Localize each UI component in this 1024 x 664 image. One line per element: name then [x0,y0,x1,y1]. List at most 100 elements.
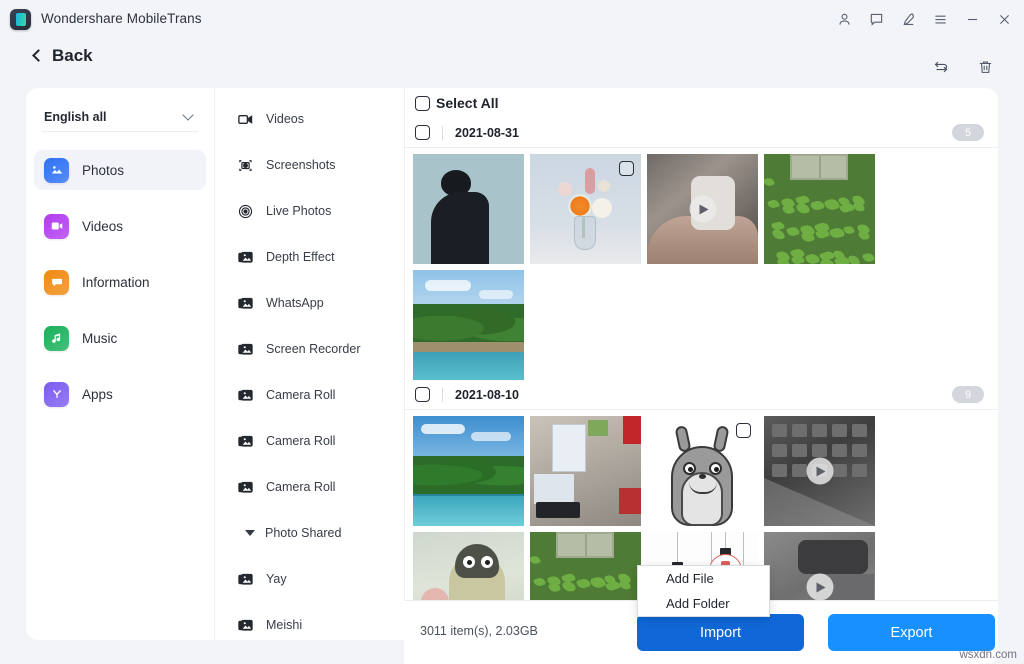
thumb-green-leaves[interactable] [764,154,875,264]
date-group-checkbox[interactable] [415,125,430,140]
title-bar: Wondershare MobileTrans [0,0,1024,38]
minimize-icon[interactable] [956,4,988,34]
import-button[interactable]: Import [637,614,804,651]
thumb-island[interactable] [413,416,524,526]
thumb-totoro-drawing[interactable] [647,416,758,526]
item-count-label: 3011 item(s), 2.03GB [420,624,538,638]
sidebar: English all Photos Videos Information Music… [26,88,214,640]
album-group-photo-shared[interactable]: Photo Shared [215,510,404,556]
edit-pen-icon[interactable] [892,4,924,34]
sidebar-item-label: Photos [82,163,124,178]
sidebar-item-label: Apps [82,387,113,402]
music-icon [44,326,69,351]
album-item-depth-effect[interactable]: Depth Effect [215,234,404,280]
photo-groups: 2021-08-3152021-08-1092021-05-143 [405,118,998,640]
play-icon[interactable] [806,574,833,601]
album-item-videos[interactable]: Videos [215,96,404,142]
album-list-panel: Videos Screenshots Live Photos Depth Effect… [214,88,404,640]
thumb-flower-vase[interactable] [530,154,641,264]
album-item-live-photos[interactable]: Live Photos [215,188,404,234]
photo-stack-icon [237,387,254,404]
album-item-label: Screen Recorder [266,342,361,356]
photo-stack-icon [237,433,254,450]
album-item-screenshots[interactable]: Screenshots [215,142,404,188]
album-item-camera-roll[interactable]: Camera Roll [215,372,404,418]
watermark: wsxdn.com [959,649,1017,661]
album-item-yay[interactable]: Yay [215,556,404,602]
date-group-header[interactable]: 2021-08-31 5 [405,118,998,148]
feedback-icon[interactable] [860,4,892,34]
screenshot-icon [237,157,254,174]
album-item-label: Camera Roll [266,480,335,494]
thumbnail-image [413,154,524,264]
photo-stack-icon [237,295,254,312]
thumbnail-image [530,416,641,526]
date-group-checkbox[interactable] [415,387,430,402]
sidebar-item-music[interactable]: Music [34,318,206,358]
album-item-label: Yay [266,572,287,586]
thumb-keyboard-video[interactable] [764,416,875,526]
sidebar-nav-list: Photos Videos Information Music Apps [34,150,206,430]
date-group-label: 2021-08-10 [442,388,519,402]
album-item-label: Videos [266,112,304,126]
menu-item-add-file[interactable]: Add File [638,566,769,591]
language-selector-value: English all [44,110,107,124]
thumb-person-portrait[interactable] [413,154,524,264]
thumbnail-checkbox[interactable] [619,161,634,176]
thumb-tropical-beach[interactable] [413,270,524,380]
photo-grid-panel: Select All 2021-08-3152021-08-1092021-05… [404,88,998,640]
sync-icon[interactable] [930,56,952,78]
thumbnail-image [413,270,524,380]
trash-icon[interactable] [974,56,996,78]
apps-icon [44,382,69,407]
menu-icon[interactable] [924,4,956,34]
album-item-label: Live Photos [266,204,331,218]
chevron-left-icon [32,49,45,62]
album-item-camera-roll[interactable]: Camera Roll [215,418,404,464]
export-button[interactable]: Export [828,614,995,651]
select-all-row[interactable]: Select All [405,88,998,118]
thumbnail-checkbox[interactable] [736,423,751,438]
album-item-label: Camera Roll [266,388,335,402]
back-button[interactable]: Back [34,46,93,66]
sidebar-item-apps[interactable]: Apps [34,374,206,414]
video-camera-icon [237,111,254,128]
sidebar-item-label: Information [82,275,150,290]
play-icon[interactable] [689,196,716,223]
album-item-meishi[interactable]: Meishi [215,602,404,640]
sidebar-item-label: Videos [82,219,123,234]
date-group-count-badge: 9 [952,386,984,403]
date-group-header[interactable]: 2021-08-10 9 [405,380,998,410]
date-group-label: 2021-08-31 [442,126,519,140]
sidebar-item-photos[interactable]: Photos [34,150,206,190]
play-icon[interactable] [806,458,833,485]
menu-item-add-folder[interactable]: Add Folder [638,591,769,616]
close-icon[interactable] [988,4,1020,34]
select-all-checkbox[interactable] [415,96,430,111]
thumbnail-image [764,154,875,264]
photo-stack-icon [237,341,254,358]
language-selector[interactable]: English all [42,102,198,132]
photo-stack-icon [237,249,254,266]
album-item-whatsapp[interactable]: WhatsApp [215,280,404,326]
thumb-office-desk[interactable] [530,416,641,526]
import-context-menu: Add File Add Folder [637,565,770,617]
sidebar-item-information[interactable]: Information [34,262,206,302]
date-group-count-badge: 5 [952,124,984,141]
album-item-screen-recorder[interactable]: Screen Recorder [215,326,404,372]
sidebar-item-videos[interactable]: Videos [34,206,206,246]
album-item-label: WhatsApp [266,296,324,310]
photo-stack-icon [237,571,254,588]
photo-stack-icon [237,479,254,496]
select-all-label: Select All [436,95,499,111]
back-label: Back [52,46,93,66]
album-item-label: Depth Effect [266,250,335,264]
album-item-camera-roll[interactable]: Camera Roll [215,464,404,510]
thumbnail-grid [405,148,998,380]
live-photo-icon [237,203,254,220]
thumb-airpods-video[interactable] [647,154,758,264]
mobiletrans-logo-icon [10,9,31,30]
account-icon[interactable] [828,4,860,34]
header-bar: Back [0,38,1024,86]
album-item-label: Meishi [266,618,302,632]
